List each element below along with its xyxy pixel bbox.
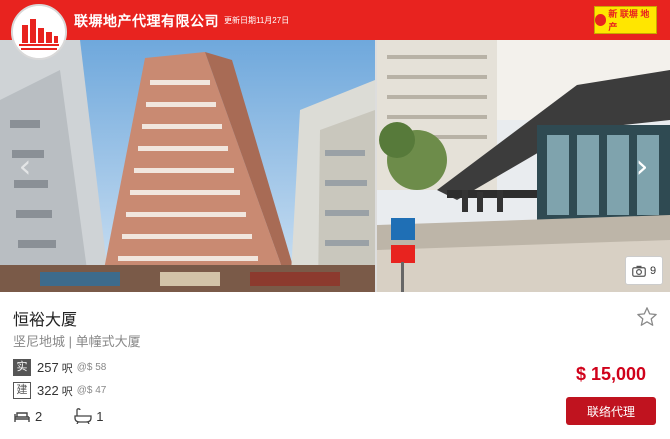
gross-area-tag: 建 [13, 382, 31, 399]
bath-icon [74, 408, 92, 424]
agency-logo [11, 4, 67, 60]
update-date: 更新日期11月27日 [224, 16, 290, 25]
net-area-row: 实 257 呎 @$ 58 [13, 359, 106, 376]
brand-badge[interactable]: 新 联塀 地产 [594, 6, 657, 34]
net-area-value: 257 [37, 360, 59, 375]
gross-area-price: @$ 47 [76, 385, 107, 396]
photo-count-button[interactable]: 9 [625, 256, 663, 285]
net-area-price: @$ 58 [76, 362, 107, 373]
photo-gallery[interactable]: ‹ › 9 [0, 40, 670, 292]
location-type: 坚尼地城 | 单幢式大厦 [13, 334, 141, 349]
chevron-right-icon[interactable]: › [627, 148, 657, 184]
contact-agent-button[interactable]: 联络代理 [566, 397, 656, 425]
gross-area-unit: 呎 [61, 385, 73, 398]
net-area-tag: 实 [13, 359, 31, 376]
photo-count: 9 [649, 264, 657, 277]
gross-area-row: 建 322 呎 @$ 47 [13, 382, 106, 399]
room-info: 2 1 [13, 408, 103, 424]
agency-name: 联塀地产代理有限公司 [74, 13, 219, 29]
building-name[interactable]: 恒裕大厦 [13, 306, 77, 330]
favorite-star-icon[interactable] [636, 306, 658, 328]
bathroom-count: 1 [96, 408, 104, 424]
gross-area-value: 322 [37, 383, 59, 398]
listing-price: $ 15,000 [576, 364, 647, 384]
building-photo[interactable] [0, 40, 375, 292]
brand-mark-icon [595, 14, 607, 26]
brand-badge-text: 新 联塀 地产 [608, 9, 650, 32]
net-area-unit: 呎 [61, 362, 73, 375]
bed-icon [14, 412, 30, 422]
chevron-left-icon[interactable]: ‹ [10, 148, 40, 184]
bedroom-count: 2 [35, 408, 43, 424]
camera-icon [632, 265, 646, 277]
header-bar: 联塀地产代理有限公司 更新日期11月27日 新 联塀 地产 [0, 0, 670, 40]
